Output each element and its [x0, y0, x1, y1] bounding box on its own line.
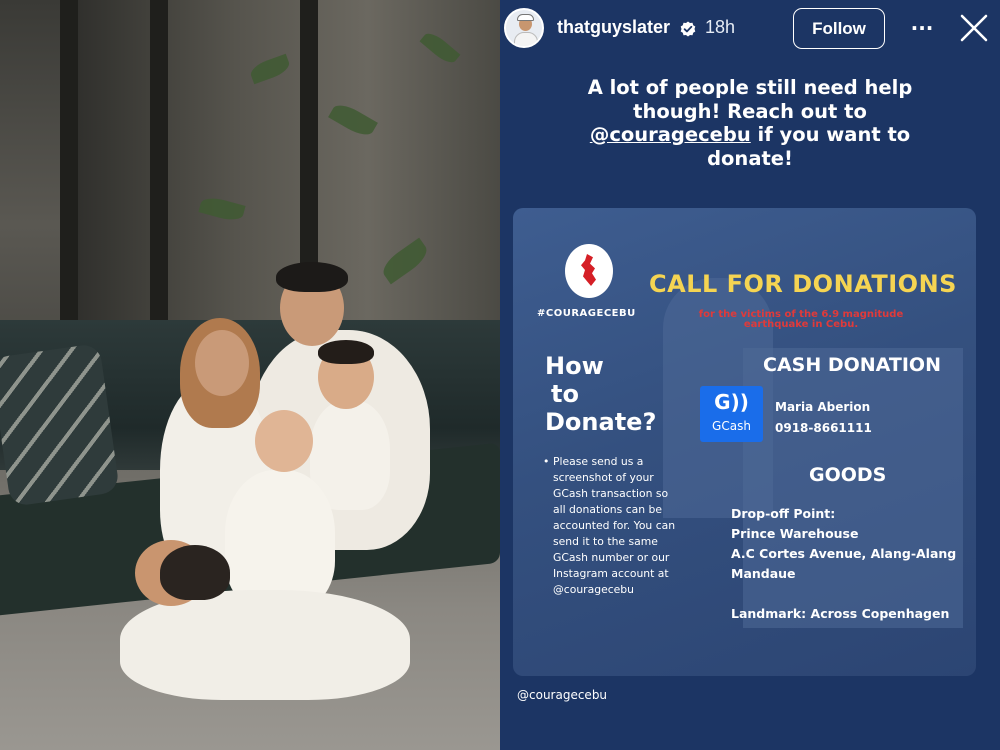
call-for-donations-title: CALL FOR DONATIONS: [649, 270, 957, 298]
goods-heading: GOODS: [809, 464, 887, 486]
child-hair: [318, 340, 374, 364]
caption-mention-link[interactable]: @couragecebu: [590, 123, 751, 146]
verified-badge-icon: [680, 21, 696, 37]
man-hair: [276, 262, 348, 292]
story-header: thatguyslater 18h Follow ···: [500, 0, 1000, 58]
how-line: Donate?: [545, 408, 657, 436]
story-caption: A lot of people still need help though! …: [560, 76, 940, 170]
family-photo: [0, 0, 500, 750]
hashtag: #COURAGECEBU: [537, 308, 636, 319]
footer-mention-link[interactable]: @couragecebu: [517, 688, 607, 702]
baby-dress: [225, 470, 335, 610]
striped-cushion: [0, 343, 120, 507]
photo-pillar: [150, 0, 168, 330]
photo-pillar: [60, 0, 78, 330]
donation-instructions: • Please send us a screenshot of your GC…: [543, 454, 683, 598]
avatar-cap: [517, 14, 534, 21]
close-icon[interactable]: [958, 12, 990, 44]
bullet-dot: •: [543, 455, 550, 468]
courage-cebu-logo: [565, 244, 613, 298]
more-options-icon[interactable]: ···: [907, 14, 937, 42]
landmark: Landmark: Across Copenhagen: [731, 606, 950, 621]
baby-head: [255, 410, 313, 472]
dropoff-place: Prince Warehouse: [731, 526, 859, 541]
instructions-text: Please send us a screenshot of your GCas…: [553, 455, 676, 596]
avatar[interactable]: [504, 8, 544, 48]
boy-hair: [160, 545, 230, 600]
dropoff-address: A.C Cortes Avenue, Alang-Alang Mandaue: [731, 546, 957, 581]
philippines-map-icon: [581, 254, 596, 286]
gcash-wordmark: GCash: [712, 419, 751, 433]
boy-outfit: [120, 590, 410, 700]
cash-donation-heading: CASH DONATION: [763, 354, 941, 376]
donation-card: #COURAGECEBU CALL FOR DONATIONS for the …: [513, 208, 976, 676]
gcash-logo: G)) GCash: [700, 386, 763, 442]
dropoff-label: Drop-off Point:: [731, 506, 836, 521]
how-line: How: [545, 352, 604, 380]
gcash-g-icon: G)): [714, 390, 749, 414]
avatar-body: [514, 32, 538, 46]
how-line: to: [551, 380, 579, 408]
story-panel: thatguyslater 18h Follow ··· A lot of pe…: [500, 0, 1000, 750]
gcash-g-letter: G: [714, 390, 731, 414]
woman-head: [195, 330, 249, 396]
recipient-name: Maria Aberion: [775, 400, 871, 414]
recipient-number: 0918-8661111: [775, 421, 872, 435]
caption-text: A lot of people still need help though! …: [587, 76, 913, 123]
post-time: 18h: [705, 17, 736, 37]
call-subtitle: for the victims of the 6.9 magnitude ear…: [698, 309, 904, 330]
goods-details: Drop-off Point: Prince Warehouse A.C Cor…: [731, 504, 971, 624]
how-to-donate-heading: How to Donate?: [545, 352, 656, 436]
username[interactable]: thatguyslater: [557, 17, 670, 38]
follow-button[interactable]: Follow: [793, 8, 885, 49]
